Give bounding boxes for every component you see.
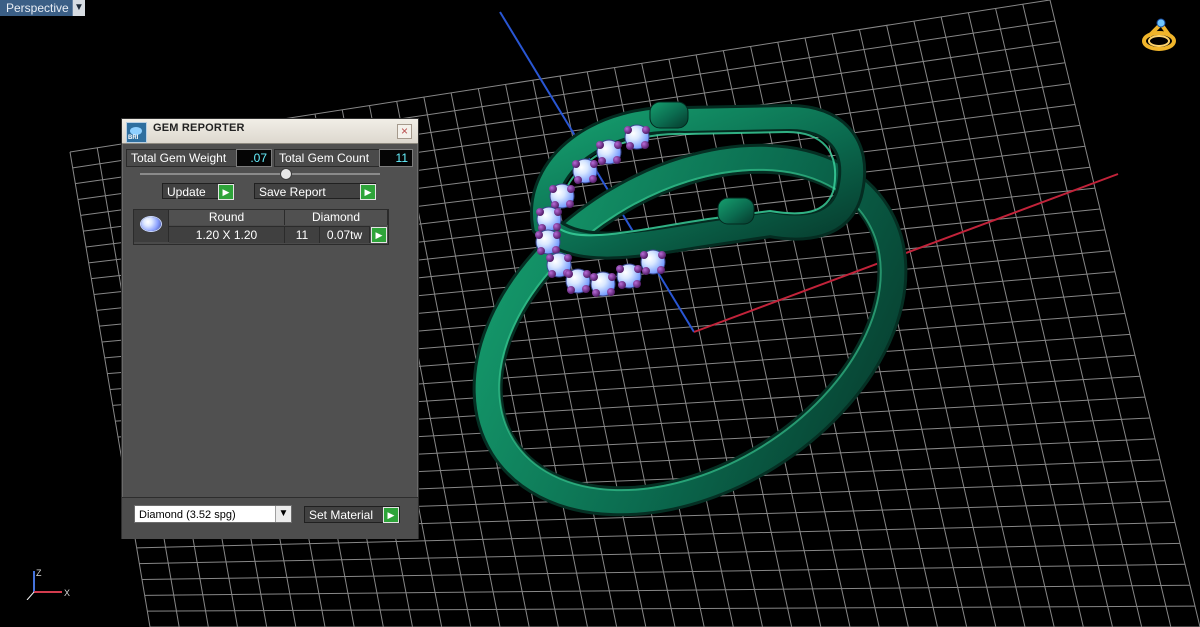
gem-reporter-titlebar[interactable]: BRI GEM REPORTER × — [122, 119, 418, 144]
prong — [641, 141, 649, 149]
material-bar: Diamond (3.52 spg) ▼ Set Material ▶ — [122, 497, 418, 539]
prong — [549, 185, 557, 193]
prong — [614, 141, 622, 149]
total-gem-weight-label: Total Gem Weight — [126, 149, 238, 167]
logo-text: BRI — [128, 135, 139, 141]
ring-shank — [475, 146, 905, 514]
prong — [657, 266, 665, 274]
prong — [553, 223, 561, 231]
gem-weight-cell: 0.07tw — [320, 226, 370, 243]
prong — [608, 273, 616, 281]
prong — [565, 270, 573, 278]
gem-count-cell: 11 — [285, 226, 320, 243]
prong — [633, 280, 641, 288]
center-bar-right — [717, 197, 755, 225]
grid-line — [141, 563, 1186, 580]
prong — [566, 200, 574, 208]
axis-x-label: X — [64, 588, 70, 598]
prong — [567, 286, 575, 294]
prong — [564, 254, 572, 262]
update-button-label: Update — [167, 185, 206, 199]
prong — [582, 285, 590, 293]
update-play-icon[interactable]: ▶ — [218, 184, 234, 200]
prong — [554, 208, 562, 216]
gem-table: Round Diamond 1.20 X 1.20 11 0.07tw ▶ — [133, 209, 389, 245]
prong — [535, 231, 543, 239]
ring-icon — [1142, 18, 1176, 51]
save-report-button[interactable]: Save Report — [254, 183, 376, 199]
slider-thumb[interactable] — [280, 168, 292, 180]
prong — [618, 281, 626, 289]
gem-reporter-title: GEM REPORTER — [153, 122, 245, 134]
prong — [548, 270, 556, 278]
prong — [546, 254, 554, 262]
round-gem-icon — [141, 217, 161, 231]
grid-line — [144, 584, 1191, 596]
round-gem-thumbnail[interactable] — [134, 210, 169, 242]
prong — [658, 251, 666, 259]
3d-viewport[interactable]: Perspective ▼ Z X BRI GEM REPORTER × Tot… — [0, 0, 1200, 627]
prong — [592, 289, 600, 297]
set-material-button-label: Set Material — [309, 508, 374, 522]
prong — [572, 160, 580, 168]
prong — [634, 265, 642, 273]
viewport-menu-button[interactable]: ▼ — [72, 0, 85, 16]
gem-size-cell: 1.20 X 1.20 — [169, 226, 285, 243]
prong — [596, 141, 604, 149]
center-bar-top — [649, 101, 689, 129]
slider-track — [140, 173, 380, 175]
gem-size-slider[interactable] — [140, 168, 380, 180]
save-report-play-icon[interactable]: ▶ — [360, 184, 376, 200]
prong — [616, 265, 624, 273]
axis-indicator: Z X — [26, 568, 70, 600]
prong — [553, 231, 561, 239]
prong — [590, 273, 598, 281]
prong — [642, 126, 650, 134]
set-material-play-icon[interactable]: ▶ — [383, 507, 399, 523]
prong — [537, 247, 545, 255]
viewport-label[interactable]: Perspective — [0, 0, 76, 16]
gem-reporter-panel[interactable]: BRI GEM REPORTER × Total Gem Weight .07 … — [121, 118, 419, 539]
prong — [598, 157, 606, 165]
gem-reporter-logo: BRI — [126, 122, 147, 143]
prong — [642, 267, 650, 275]
prong — [613, 156, 621, 164]
prong — [607, 288, 615, 296]
prong — [536, 208, 544, 216]
total-gem-weight-value: .07 — [236, 149, 272, 167]
material-select-value: Diamond (3.52 spg) — [139, 509, 236, 521]
table-header-material: Diamond — [285, 210, 388, 225]
prong — [640, 251, 648, 259]
save-report-button-label: Save Report — [259, 185, 326, 199]
prong — [590, 160, 598, 168]
prong — [626, 142, 634, 150]
prong — [583, 270, 591, 278]
gem-row-play-icon[interactable]: ▶ — [371, 227, 387, 243]
axis-z-label: Z — [36, 568, 42, 578]
grid-line — [139, 542, 1181, 565]
prong — [624, 126, 632, 134]
prong — [589, 175, 597, 183]
prong — [567, 185, 575, 193]
table-header-shape: Round — [169, 210, 285, 225]
total-gem-count-label: Total Gem Count — [274, 149, 380, 167]
ring-model[interactable] — [425, 88, 955, 572]
chevron-down-icon[interactable]: ▼ — [275, 506, 291, 522]
total-gem-count-value: 11 — [379, 149, 413, 167]
material-select[interactable]: Diamond (3.52 spg) ▼ — [134, 505, 292, 523]
prong — [574, 176, 582, 184]
close-icon[interactable]: × — [397, 124, 412, 139]
